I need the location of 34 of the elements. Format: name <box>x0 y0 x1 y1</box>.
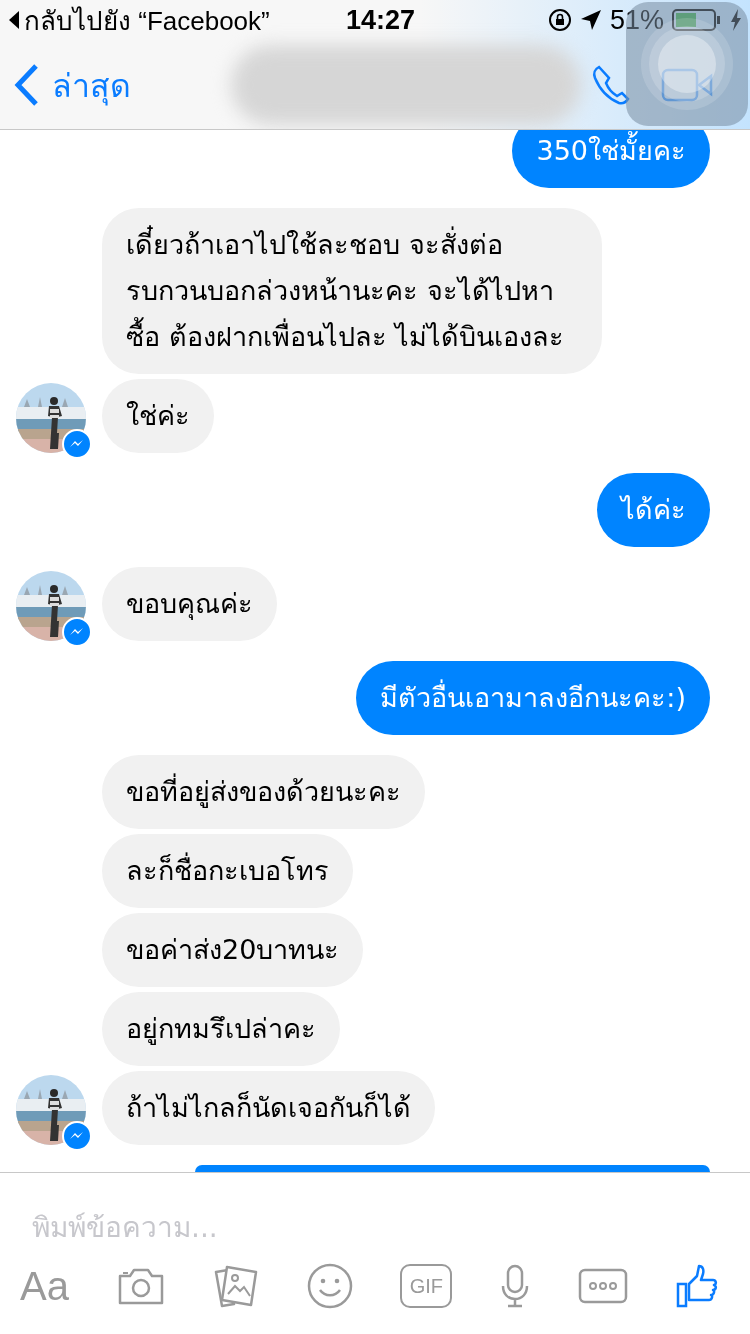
message-bubble: เดี๋ยวถ้าเอาไปใช้ละชอบ จะสั่งต่อ รบกวนบอกล่วงหน้านะคะ จะได้ไปหา ซื้อ ต้องฝากเพื่อนไปละ ไม่ได้บินเองละ <box>102 208 602 374</box>
message-bubble: ละก็ชื่อกะเบอโทร <box>102 834 353 908</box>
location-arrow-icon <box>579 9 602 31</box>
rotation-lock-icon <box>547 8 572 32</box>
messenger-badge-icon <box>62 617 92 647</box>
microphone-icon[interactable] <box>500 1264 531 1308</box>
thumbs-up-icon[interactable] <box>675 1264 718 1308</box>
charging-bolt-icon <box>730 9 742 31</box>
status-time: 14:27 <box>346 4 416 36</box>
message-bubble: ใช่ค่ะ <box>102 379 214 453</box>
message-bubble: ขอค่าส่ง20บาทนะ <box>102 913 364 987</box>
back-triangle-icon[interactable] <box>8 10 20 30</box>
more-dots-icon[interactable] <box>578 1268 629 1304</box>
battery-percent: 51% <box>609 4 664 36</box>
message-bubble: ขอที่อยู่ส่งของด้วยนะคะ <box>102 755 425 829</box>
message-bubble: 350ใช่มั้ยคะ <box>512 130 710 188</box>
back-button[interactable]: ล่าสุด <box>14 59 131 111</box>
message-input-field[interactable]: พิมพ์ข้อความ... <box>0 1173 750 1253</box>
text-format-button[interactable]: Aa <box>20 1261 69 1311</box>
photos-icon[interactable] <box>212 1264 259 1308</box>
message-bubble: ถ้าไม่ไกลก็นัดเจอกันก็ได้ <box>102 1071 435 1145</box>
message-bubble: อยู่กทมรึเปล่าคะ <box>102 992 340 1066</box>
message-bubble: ได้ค่ะ <box>597 473 710 547</box>
back-to-app-link[interactable]: กลับไปยัง “Facebook” <box>24 0 270 41</box>
messenger-badge-icon <box>62 1121 92 1151</box>
message-bubble: มีตัวอื่นเอามาลงอีกนะคะ:) <box>356 661 710 735</box>
message-bubble: ขอบคุณค่ะ <box>102 567 277 641</box>
phone-icon[interactable] <box>591 63 631 107</box>
gif-button[interactable]: GIF <box>400 1264 453 1308</box>
battery-icon <box>672 8 722 32</box>
messenger-badge-icon <box>62 429 92 459</box>
chevron-left-icon <box>14 63 40 107</box>
camera-icon[interactable] <box>116 1266 165 1306</box>
smiley-icon[interactable] <box>306 1263 353 1309</box>
